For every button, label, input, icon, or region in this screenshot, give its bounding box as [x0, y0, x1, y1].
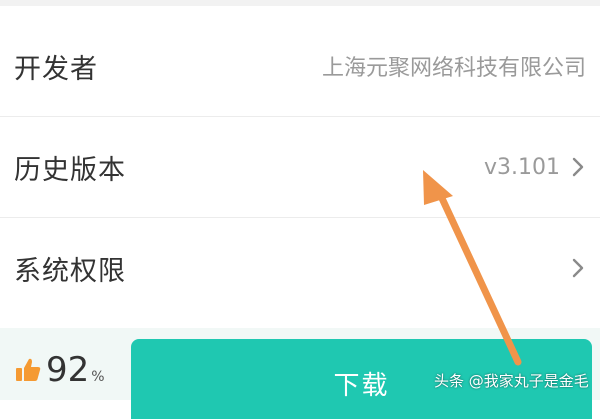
rating-unit: %	[91, 369, 105, 385]
version-history-label: 历史版本	[14, 154, 126, 186]
permissions-label: 系统权限	[14, 255, 126, 287]
rating-caption-fragment	[28, 392, 88, 400]
top-strip	[0, 0, 600, 6]
permissions-row[interactable]: 系统权限	[0, 218, 600, 318]
chevron-right-icon	[570, 155, 586, 179]
rating: 92 %	[14, 350, 105, 390]
developer-label: 开发者	[14, 53, 98, 85]
rating-value: 92	[46, 350, 90, 390]
version-history-row[interactable]: 历史版本 v3.101	[0, 117, 600, 217]
developer-value: 上海元聚网络科技有限公司	[321, 56, 586, 81]
developer-row: 开发者 上海元聚网络科技有限公司	[0, 16, 600, 116]
version-value: v3.101	[483, 154, 560, 180]
thumbs-up-icon	[14, 356, 42, 384]
chevron-right-icon	[570, 256, 586, 280]
watermark: 头条 @我家丸子是金毛	[434, 372, 589, 390]
